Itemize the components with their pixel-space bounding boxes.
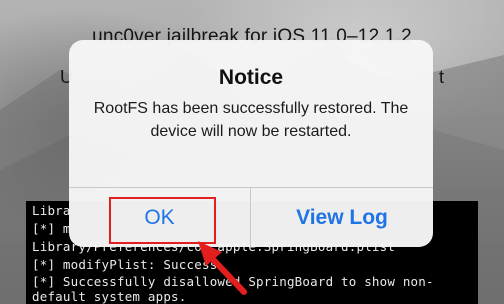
alert-message: RootFS has been successfully restored. T… [93, 100, 409, 140]
ok-highlight-annotation [109, 197, 216, 244]
console-line: [*] modifyPlist: Success [32, 257, 218, 272]
alert-title: Notice [218, 66, 284, 89]
console-line: Libra [32, 203, 71, 218]
console-line: [*] m [32, 221, 71, 236]
console-line: default system apps. [32, 289, 187, 304]
app-subtitle-right: t [438, 67, 444, 87]
console-line: [*] Successfully disallowed SpringBoard … [32, 274, 434, 289]
view-log-button[interactable]: View Log [251, 188, 433, 247]
